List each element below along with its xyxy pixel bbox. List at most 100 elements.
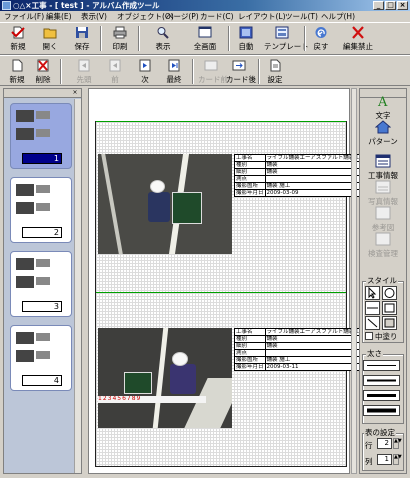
menu-card[interactable]: カード(C): [200, 11, 234, 22]
thumbnail-table: [36, 333, 50, 341]
delete-page-button[interactable]: 削除: [32, 59, 54, 85]
ellipse-tool-button[interactable]: [382, 286, 397, 300]
open-folder-icon: [43, 28, 57, 39]
menu-page[interactable]: ページ(P): [166, 11, 199, 22]
settings-label: 設定: [267, 75, 283, 84]
info-value: 2009-03-11: [264, 363, 375, 371]
thumbnail-photo: [16, 184, 34, 196]
next-page-button[interactable]: 次: [134, 59, 156, 85]
first-page-button[interactable]: 先頭: [72, 59, 96, 85]
card-after-button[interactable]: カード後: [226, 59, 256, 85]
thickness-3-button[interactable]: [363, 390, 400, 401]
reference-label: 参考図: [371, 223, 395, 232]
thin-line-icon: [367, 365, 396, 366]
row-spinner[interactable]: ▲▼: [393, 438, 402, 449]
thumbnail-scrollbar[interactable]: [74, 99, 81, 473]
open-button[interactable]: 開く: [38, 26, 62, 52]
page-thumbnail[interactable]: 3: [10, 251, 72, 317]
photo-card-1[interactable]: [98, 154, 232, 254]
thumbnail-photo: [16, 128, 34, 140]
menu-layout[interactable]: レイアウト(L): [238, 11, 286, 22]
text-tool-button[interactable]: A 文字: [362, 94, 404, 121]
ellipse-icon: [384, 288, 395, 298]
print-label: 印刷: [112, 42, 128, 51]
row-count-input[interactable]: 2: [377, 438, 392, 449]
album-page[interactable]: 工事名 ライフル舗装エーアスファルト舗装工-定着 種別 舗装 細別 舗装 測点 撮影箇…: [95, 121, 375, 467]
save-disk-icon: [76, 27, 88, 38]
pattern-tool-label: パターン: [368, 137, 398, 146]
main-toolbar: 新規 開く 保存 印刷 表示 全画面 自動 テンプレート 戻す 編集禁止: [0, 22, 410, 55]
new-page-icon: [12, 59, 23, 72]
thumbnail-table: [36, 203, 50, 211]
info-key: 細別: [234, 168, 266, 176]
photo-ruler: 123456789: [98, 396, 206, 403]
thickest-line-icon: [367, 408, 396, 413]
pointer-tool-button[interactable]: [365, 286, 380, 300]
thickness-group-label: 太さ: [366, 348, 383, 359]
column-spinner[interactable]: ▲▼: [393, 454, 402, 465]
next-page-label: 次: [141, 75, 149, 84]
page-thumbnail[interactable]: 1: [10, 103, 72, 169]
prev-page-button[interactable]: 前: [104, 59, 126, 85]
reference-button[interactable]: 参考図: [362, 206, 404, 233]
tools-panel: A 文字 パターン 工事情報 写真情報 参考図 検査管理 スタイル 中塗り 太さ…: [359, 88, 407, 474]
page-number: 3: [22, 301, 62, 312]
thickness-1-button[interactable]: [363, 360, 400, 371]
page-thumbnail[interactable]: 2: [10, 177, 72, 243]
page-guide-line: [96, 121, 346, 122]
photo-blackboard: [172, 192, 202, 224]
filled-rectangle-tool-button[interactable]: [382, 316, 397, 330]
delete-page-label: 削除: [35, 75, 51, 84]
info-value: 舗装: [264, 342, 375, 350]
thickness-2-button[interactable]: [363, 375, 400, 386]
view-button[interactable]: 表示: [146, 26, 180, 52]
info-value: 舗装 施工: [264, 182, 375, 190]
fullscreen-button[interactable]: 全画面: [188, 26, 222, 52]
rectangle-tool-button[interactable]: [382, 301, 397, 315]
inspection-button[interactable]: 検査管理: [362, 232, 404, 259]
minimize-button[interactable]: _: [373, 1, 384, 10]
new-page-button[interactable]: 新規: [6, 59, 28, 85]
new-file-button[interactable]: 新規: [6, 26, 30, 52]
settings-button[interactable]: 設定: [264, 59, 286, 85]
photo-helmet: [150, 180, 165, 193]
auto-button[interactable]: 自動: [234, 26, 258, 52]
style-group-label: スタイル: [366, 275, 398, 286]
photo-card-2[interactable]: 123456789: [98, 328, 232, 428]
canvas-scrollbar[interactable]: [351, 88, 357, 474]
menu-file[interactable]: ファイル(F): [4, 11, 44, 22]
save-button[interactable]: 保存: [70, 26, 94, 52]
print-button[interactable]: 印刷: [108, 26, 132, 52]
diagonal-line-tool-button[interactable]: [365, 316, 380, 330]
new-file-icon: [11, 26, 25, 39]
menu-tools[interactable]: ツール(T): [285, 11, 318, 22]
photo-info-button[interactable]: 写真情報: [362, 180, 404, 207]
no-edit-button[interactable]: 編集禁止: [338, 26, 378, 52]
line-tool-button[interactable]: [365, 301, 380, 315]
info-key: 種別: [234, 335, 266, 343]
last-page-button[interactable]: 最終: [162, 59, 186, 85]
column-count-input[interactable]: 1: [377, 454, 392, 465]
menu-view[interactable]: 表示(V): [81, 11, 107, 22]
panel-close-icon[interactable]: ×: [71, 90, 79, 96]
template-button[interactable]: テンプレート: [264, 26, 309, 52]
menu-help[interactable]: ヘルプ(H): [321, 11, 355, 22]
toolbar-separator: [138, 26, 140, 51]
thickness-4-button[interactable]: [363, 405, 400, 416]
thumbnail-table: [36, 351, 50, 359]
pointer-arrow-icon: [368, 286, 377, 299]
menu-edit[interactable]: 編集(E): [46, 11, 72, 22]
page-thumbnail[interactable]: 4: [10, 325, 72, 391]
magnifier-icon: [157, 27, 169, 39]
thumbnail-table: [36, 111, 50, 119]
printer-icon: [113, 26, 127, 39]
card-before-button[interactable]: カード前: [198, 59, 228, 85]
undo-button[interactable]: 戻す: [310, 26, 332, 52]
maximize-button[interactable]: □: [385, 1, 396, 10]
close-button[interactable]: ×: [397, 1, 408, 10]
work-info-button[interactable]: 工事情報: [362, 154, 404, 181]
info-key: 撮影箇所: [234, 182, 266, 190]
fill-checkbox[interactable]: [365, 332, 373, 340]
pattern-tool-button[interactable]: パターン: [362, 120, 404, 147]
app-icon: [2, 1, 11, 10]
